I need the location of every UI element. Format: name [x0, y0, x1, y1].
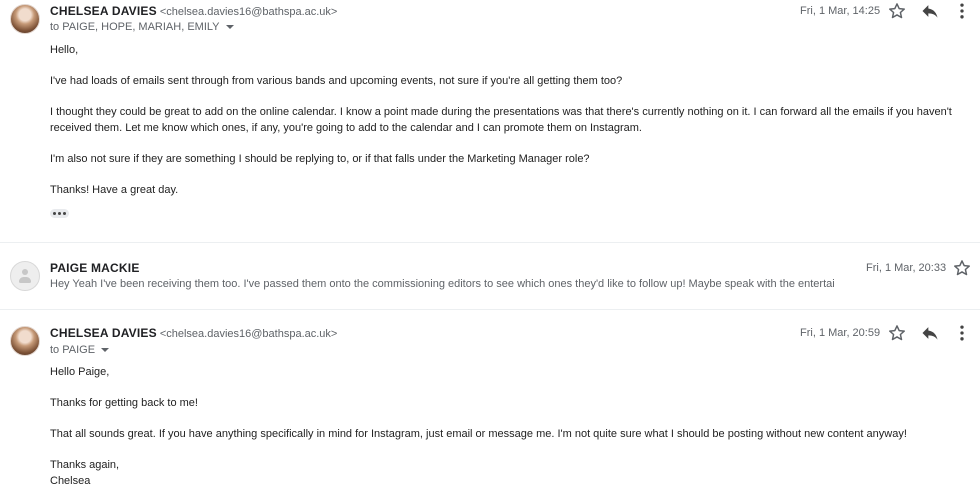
body-paragraph: Thanks again,	[50, 459, 120, 471]
more-vertical-icon[interactable]	[952, 1, 972, 21]
divider	[0, 242, 980, 243]
star-icon[interactable]	[887, 1, 907, 21]
sender-avatar[interactable]	[10, 326, 40, 356]
sender-name[interactable]: PAIGE MACKIE	[50, 261, 140, 275]
message-date: Fri, 1 Mar, 20:33	[866, 262, 947, 274]
sender-email: <chelsea.davies16@bathspa.ac.uk>	[159, 328, 338, 340]
message-body: Hello, I've had loads of emails sent thr…	[50, 43, 970, 198]
message-body: Hello Paige, Thanks for getting back to …	[50, 365, 970, 489]
body-paragraph: I'm also not sure if they are something …	[50, 152, 590, 165]
body-paragraph: Hello Paige,	[50, 366, 110, 378]
body-paragraph: Hello,	[50, 44, 79, 56]
recipients-toggle[interactable]: to PAIGE	[50, 344, 110, 356]
body-paragraph: I've had loads of emails sent through fr…	[50, 75, 623, 87]
divider	[0, 309, 980, 310]
recipients-label: to PAIGE	[50, 344, 96, 356]
body-paragraph: Chelsea	[50, 474, 91, 487]
reply-icon[interactable]	[920, 323, 940, 343]
body-paragraph: Thanks for getting back to me!	[50, 397, 198, 409]
show-trimmed-content-button[interactable]	[50, 209, 69, 218]
chevron-down-icon	[101, 348, 110, 353]
more-vertical-icon[interactable]	[952, 323, 972, 343]
chevron-down-icon	[225, 25, 234, 30]
message-date: Fri, 1 Mar, 20:59	[800, 327, 881, 339]
star-icon[interactable]	[952, 258, 972, 278]
star-icon[interactable]	[887, 323, 907, 343]
message-snippet: Hey Yeah I've been receiving them too. I…	[50, 278, 835, 290]
sender-avatar[interactable]	[10, 4, 40, 34]
reply-icon[interactable]	[920, 1, 940, 21]
message-date: Fri, 1 Mar, 14:25	[800, 5, 881, 17]
person-icon	[10, 261, 40, 291]
sender-name[interactable]: CHELSEA DAVIES <chelsea.davies16@bathspa.…	[50, 4, 337, 18]
sender-email: <chelsea.davies16@bathspa.ac.uk>	[159, 6, 338, 18]
body-paragraph: That all sounds great. If you have anyth…	[50, 428, 907, 440]
recipients-label: to PAIGE, HOPE, MARIAH, EMILY	[50, 21, 220, 33]
recipients-toggle[interactable]: to PAIGE, HOPE, MARIAH, EMILY	[50, 21, 234, 33]
body-paragraph: I thought they could be great to add on …	[50, 106, 952, 134]
sender-name[interactable]: CHELSEA DAVIES <chelsea.davies16@bathspa.…	[50, 326, 337, 340]
body-paragraph: Thanks! Have a great day.	[50, 183, 179, 196]
